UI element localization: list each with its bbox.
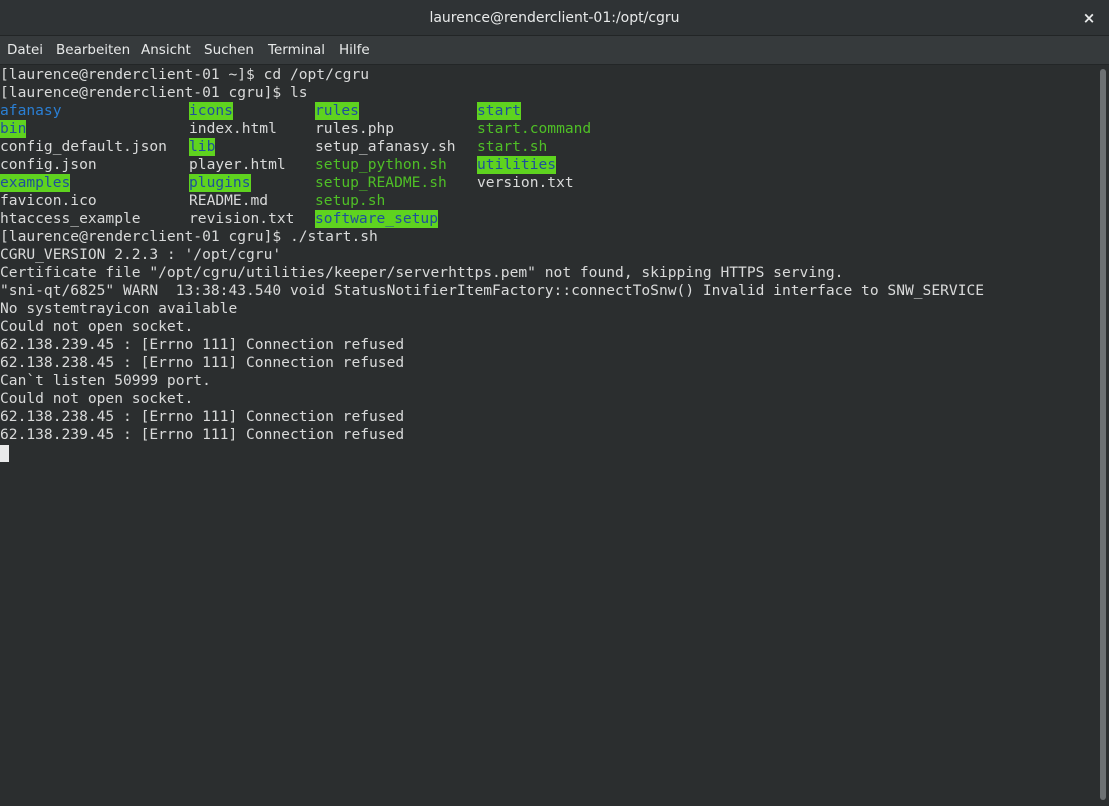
ls-entry: setup_afanasy.sh: [315, 138, 456, 155]
ls-entry: index.html: [189, 120, 277, 137]
ls-entry: icons: [189, 102, 233, 120]
output-line: Could not open socket.: [0, 318, 194, 335]
ls-entry: afanasy: [0, 102, 62, 119]
ls-entry: examples: [0, 174, 71, 192]
ls-entry: software_setup: [315, 210, 439, 228]
scrollbar[interactable]: [1098, 65, 1109, 806]
ls-entry: revision.txt: [189, 210, 295, 227]
ls-entry: config.json: [0, 156, 97, 173]
menu-bar: Datei Bearbeiten Ansicht Suchen Terminal…: [0, 36, 1109, 65]
ls-entry: utilities: [477, 156, 557, 174]
window-title: laurence@renderclient-01:/opt/cgru: [429, 10, 680, 26]
menu-bearbeiten[interactable]: Bearbeiten: [56, 36, 130, 64]
output-line: [laurence@renderclient-01 cgru]$ ./start…: [0, 228, 378, 245]
ls-entry: htaccess_example: [0, 210, 141, 227]
ls-entry: favicon.ico: [0, 192, 97, 209]
ls-entry: version.txt: [477, 174, 574, 191]
ls-entry: start: [477, 102, 521, 120]
menu-ansicht[interactable]: Ansicht: [141, 36, 191, 64]
ls-entry: start.sh: [477, 138, 548, 155]
close-icon[interactable]: ×: [1077, 6, 1101, 30]
title-bar[interactable]: laurence@renderclient-01:/opt/cgru ×: [0, 0, 1109, 36]
menu-datei[interactable]: Datei: [7, 36, 43, 64]
scroll-thumb[interactable]: [1100, 69, 1106, 800]
menu-terminal[interactable]: Terminal: [268, 36, 325, 64]
output-line: Could not open socket.: [0, 390, 194, 407]
ls-entry: player.html: [189, 156, 286, 173]
ls-entry: lib: [189, 138, 216, 156]
text-cursor: [0, 445, 9, 462]
output-line: No systemtrayicon available: [0, 300, 238, 317]
ls-entry: start.command: [477, 120, 592, 137]
ls-entry: rules: [315, 102, 359, 120]
menu-suchen[interactable]: Suchen: [204, 36, 254, 64]
output-line: Can`t listen 50999 port.: [0, 372, 211, 389]
prompt-line: [laurence@renderclient-01 cgru]$ ls: [0, 84, 308, 101]
menu-hilfe[interactable]: Hilfe: [339, 36, 370, 64]
output-line: 62.138.238.45 : [Errno 111] Connection r…: [0, 408, 405, 425]
output-line: CGRU_VERSION 2.2.3 : '/opt/cgru': [0, 246, 282, 263]
ls-entry: config_default.json: [0, 138, 167, 155]
ls-entry: setup_README.sh: [315, 174, 447, 191]
terminal-output[interactable]: [laurence@renderclient-01 ~]$ cd /opt/cg…: [0, 65, 1098, 806]
ls-entry: setup.sh: [315, 192, 386, 209]
prompt-line: [laurence@renderclient-01 ~]$ cd /opt/cg…: [0, 66, 370, 83]
output-line: 62.138.238.45 : [Errno 111] Connection r…: [0, 354, 405, 371]
output-line: 62.138.239.45 : [Errno 111] Connection r…: [0, 426, 405, 443]
output-line: 62.138.239.45 : [Errno 111] Connection r…: [0, 336, 405, 353]
ls-entry: plugins: [189, 174, 251, 192]
ls-entry: bin: [0, 120, 27, 138]
terminal-window: laurence@renderclient-01:/opt/cgru × Dat…: [0, 0, 1109, 806]
ls-entry: README.md: [189, 192, 269, 209]
output-line: "sni-qt/6825" WARN 13:38:43.540 void Sta…: [0, 282, 985, 299]
ls-entry: rules.php: [315, 120, 395, 137]
ls-entry: setup_python.sh: [315, 156, 447, 173]
output-line: Certificate file "/opt/cgru/utilities/ke…: [0, 264, 844, 281]
